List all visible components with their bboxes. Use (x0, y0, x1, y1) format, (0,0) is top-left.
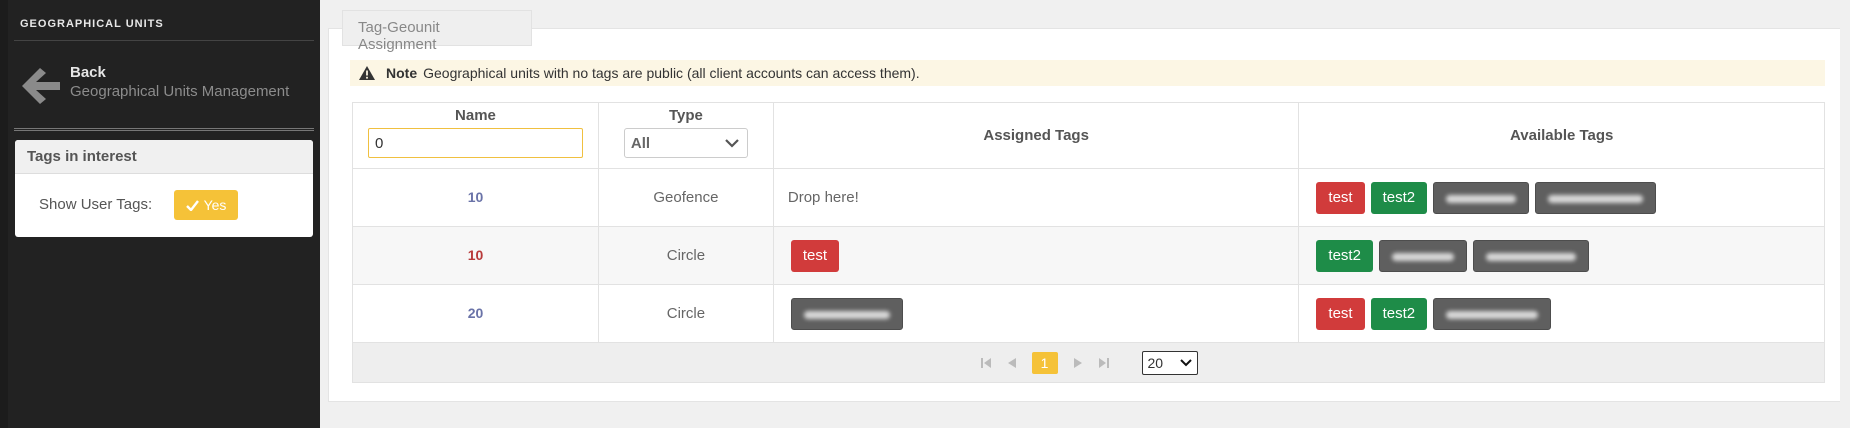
pager-row: 1 20 (352, 342, 1825, 383)
tag-test2[interactable]: test2 (1370, 181, 1428, 214)
assigned-tags-cell[interactable]: test (772, 226, 1300, 285)
available-tags-cell: test test2 (1298, 284, 1825, 343)
prev-page-icon[interactable] (1006, 357, 1018, 369)
available-tags-cell: test test2 (1298, 168, 1825, 227)
tag-test[interactable]: test (1316, 297, 1365, 330)
check-icon (185, 199, 199, 211)
pager-cell: 1 20 (352, 342, 1825, 383)
available-tags-cell: test2 (1298, 226, 1825, 285)
tag-redacted[interactable] (1378, 239, 1467, 272)
page-size-select[interactable]: 20 (1141, 350, 1198, 375)
name-filter-input[interactable] (367, 128, 583, 158)
note-banner: Note Geographical units with no tags are… (350, 60, 1825, 86)
first-page-icon[interactable] (980, 357, 992, 369)
tag-test2[interactable]: test2 (1316, 239, 1373, 272)
sidebar: GEOGRAPHICAL UNITS Back Geographical Uni… (0, 0, 320, 428)
header-name-label: Name (455, 107, 496, 124)
show-user-tags-label: Show User Tags: (39, 196, 153, 213)
tag-test[interactable]: test (790, 239, 840, 272)
geounit-name[interactable]: 10 (468, 189, 484, 205)
panel-title: Tags in interest (15, 140, 313, 174)
chevron-down-icon (725, 138, 739, 148)
tag-test2[interactable]: test2 (1370, 297, 1428, 330)
show-user-tags-toggle[interactable]: Yes (174, 190, 238, 220)
page-number-current[interactable]: 1 (1031, 351, 1058, 374)
drop-hint: Drop here! (787, 189, 859, 206)
geounit-name[interactable]: 20 (468, 305, 484, 321)
toggle-label: Yes (203, 197, 227, 213)
pager: 1 20 (353, 350, 1824, 375)
name-cell: 20 (352, 284, 599, 343)
type-cell: Circle (597, 284, 774, 343)
warning-icon (359, 66, 375, 80)
table-row: 10 Circle test test2 (352, 226, 1825, 285)
geounit-name[interactable]: 10 (468, 247, 484, 263)
next-page-icon[interactable] (1072, 357, 1084, 369)
note-text: Geographical units with no tags are publ… (423, 65, 920, 81)
sidebar-edge (0, 0, 8, 428)
tag-redacted[interactable] (1433, 297, 1552, 330)
last-page-icon[interactable] (1098, 357, 1110, 369)
right-gutter (1840, 0, 1850, 428)
name-cell: 10 (352, 226, 599, 285)
tag-redacted[interactable] (1433, 181, 1530, 214)
name-cell: 10 (352, 168, 599, 227)
type-cell: Geofence (597, 168, 774, 227)
table-row: 10 Geofence Drop here! test test2 (352, 168, 1825, 227)
tab-tag-geounit-assignment[interactable]: Tag-Geounit Assignment (342, 10, 532, 53)
type-filter-select[interactable]: All (623, 128, 748, 158)
note-label: Note (386, 65, 418, 81)
header-type-label: Type (668, 107, 703, 124)
table-header-row: Name Type All Assigned Tags Available Ta… (352, 102, 1825, 169)
header-name: Name (352, 102, 599, 169)
tag-test[interactable]: test (1316, 181, 1365, 214)
assigned-tags-cell[interactable]: Drop here! (772, 168, 1300, 227)
geounit-table: Name Type All Assigned Tags Available Ta… (352, 102, 1825, 383)
back-link[interactable]: Back (70, 64, 106, 81)
chevron-down-icon (1179, 358, 1192, 366)
sidebar-divider (14, 40, 314, 41)
header-type: Type All (597, 102, 774, 169)
table-row: 20 Circle test test2 (352, 284, 1825, 343)
back-subtitle[interactable]: Geographical Units Management (70, 83, 289, 100)
type-cell: Circle (597, 226, 774, 285)
header-assigned-tags: Assigned Tags (772, 102, 1300, 169)
assigned-tags-cell[interactable] (772, 284, 1300, 343)
header-available-tags: Available Tags (1298, 102, 1825, 169)
sidebar-heading: GEOGRAPHICAL UNITS (20, 18, 164, 30)
sidebar-double-divider (14, 128, 314, 131)
arrow-left-icon[interactable] (20, 66, 62, 106)
tag-redacted[interactable] (1535, 181, 1657, 214)
page-size-value: 20 (1147, 354, 1164, 371)
tag-redacted[interactable] (1472, 239, 1589, 272)
tag-redacted[interactable] (790, 297, 903, 330)
tags-in-interest-panel: Tags in interest Show User Tags: Yes (15, 140, 313, 237)
type-filter-value: All (630, 134, 651, 152)
